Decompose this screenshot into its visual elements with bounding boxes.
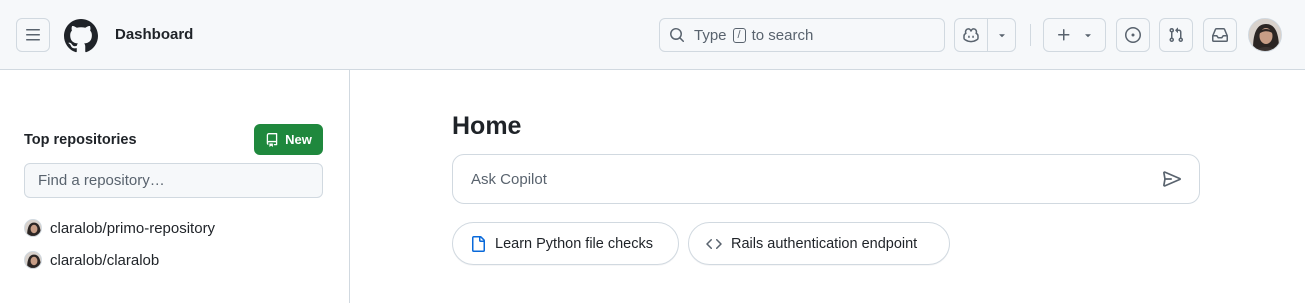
suggestion-label: Learn Python file checks [495,235,653,252]
find-repository-input[interactable]: Find a repository… [24,163,323,198]
ask-copilot-input[interactable]: Ask Copilot [452,154,1200,204]
search-input[interactable]: Type / to search [659,18,945,52]
copilot-menu-toggle[interactable] [988,19,1015,51]
page-title[interactable]: Dashboard [115,26,193,43]
plus-icon [1057,29,1069,41]
file-icon [472,235,485,252]
github-logo[interactable] [63,19,98,53]
search-prefix: Type [694,26,727,44]
issue-opened-icon [1125,27,1141,43]
user-avatar[interactable] [1248,18,1282,52]
sidebar: Top repositories New Find a repository… … [0,70,350,303]
header-divider [1030,24,1031,46]
hamburger-menu-icon [26,29,40,41]
chevron-down-icon [998,34,1005,38]
search-shortcut-key: / [732,27,746,43]
repo-owner-avatar [24,251,42,269]
notifications-button[interactable] [1203,18,1237,52]
home-heading: Home [452,112,522,140]
repo-name: claralob/primo-repository [50,219,216,237]
copilot-button-group [954,18,1016,52]
open-global-navigation-button[interactable] [16,18,50,52]
ask-copilot-placeholder: Ask Copilot [471,170,547,188]
repo-owner-avatar [24,219,42,237]
search-suffix: to search [751,26,814,44]
git-pull-request-icon [1169,27,1184,43]
create-new-button[interactable] [1043,18,1106,52]
copilot-button[interactable] [955,19,988,51]
issues-button[interactable] [1116,18,1150,52]
inbox-icon [1212,28,1228,42]
search-icon [670,28,685,43]
top-repositories-heading: Top repositories [24,132,137,148]
suggestion-label: Rails authentication endpoint [731,235,918,252]
main-content: Home Ask Copilot Learn Python file check… [350,70,1305,303]
copilot-icon [963,28,979,43]
repo-name: claralob/claralob [50,251,160,269]
send-icon[interactable] [1163,170,1181,192]
repo-link[interactable]: claralob/claralob [24,250,159,270]
repo-link[interactable]: claralob/primo-repository [24,218,215,238]
pull-requests-button[interactable] [1159,18,1193,52]
code-icon [706,238,722,249]
new-repository-button[interactable]: New [254,124,323,155]
suggestion-chip[interactable]: Rails authentication endpoint [688,222,950,265]
suggestion-chip[interactable]: Learn Python file checks [452,222,679,265]
new-button-label: New [285,132,312,147]
repo-icon [266,132,278,147]
global-header: Dashboard Type / to search [0,0,1305,70]
chevron-down-icon [1084,34,1091,38]
